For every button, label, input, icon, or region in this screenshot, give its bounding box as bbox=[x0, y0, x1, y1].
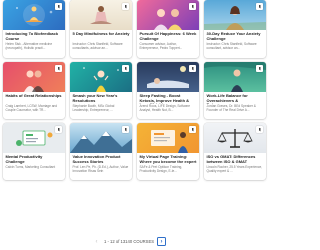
bookmark-icon[interactable] bbox=[55, 126, 62, 133]
course-card[interactable]: Smash your New Year's Resolutions Stepha… bbox=[70, 62, 132, 119]
course-instructor: SAFe & Pret Optikon Training, Productivi… bbox=[139, 165, 183, 173]
course-card[interactable]: Value Innovation Product Success Stories… bbox=[70, 123, 132, 180]
course-title[interactable]: Habits of Great Relationships bbox=[3, 92, 65, 104]
course-thumbnail bbox=[204, 62, 266, 92]
course-thumbnail bbox=[70, 0, 132, 30]
course-card[interactable]: Habits of Great Relationships Craig Lamb… bbox=[3, 62, 65, 119]
course-instructor: Instructor: Chris Stanfield, Software co… bbox=[72, 42, 123, 50]
course-thumbnail bbox=[3, 62, 65, 92]
course-instructor: Instructor: Chris Stanfield, Software co… bbox=[206, 42, 257, 50]
course-title[interactable]: Sleep Fasting - Boost Ketosis, Improve H… bbox=[137, 92, 199, 104]
course-instructor: Calvin Turns, Marketing Consultant bbox=[5, 165, 56, 169]
course-title[interactable]: My Virtual Page Training: Where you beco… bbox=[137, 153, 199, 165]
pagination: ‹ 1 - 12 of 13140 COURSES › bbox=[92, 237, 167, 246]
course-instructor: Craig Lambert, LCSW, Marriage and Couple… bbox=[5, 104, 58, 112]
course-card[interactable]: Sleep Fasting - Boost Ketosis, Improve H… bbox=[137, 62, 199, 119]
course-card[interactable]: My Virtual Page Training: Where you beco… bbox=[137, 123, 199, 180]
course-thumbnail bbox=[3, 0, 65, 30]
course-title[interactable]: Introducing To Biofeedback Course bbox=[3, 30, 65, 42]
course-thumbnail bbox=[137, 62, 199, 92]
course-card[interactable]: Pursuit Of Happiness: 6 Week Challenge C… bbox=[137, 0, 199, 58]
bookmark-icon[interactable] bbox=[189, 3, 196, 10]
course-thumbnail bbox=[137, 123, 199, 153]
course-instructor: Helen Sisk - Alternative medicine (neuro… bbox=[5, 42, 53, 50]
course-title[interactable]: 5 Day Mindfulness for Anxiety bbox=[70, 30, 132, 42]
course-title[interactable]: Pursuit Of Happiness: 6 Week Challenge bbox=[137, 30, 199, 42]
course-instructor: Consumer advisor, Author, Entrepreneur, … bbox=[139, 42, 183, 50]
course-thumbnail bbox=[204, 0, 266, 30]
previous-page-button[interactable]: ‹ bbox=[92, 237, 101, 246]
course-thumbnail bbox=[204, 123, 266, 153]
pagination-summary: 1 - 12 of 13140 COURSES bbox=[104, 239, 155, 244]
bookmark-icon[interactable] bbox=[256, 3, 263, 10]
bookmark-icon[interactable] bbox=[189, 126, 196, 133]
course-thumbnail bbox=[70, 62, 132, 92]
bookmark-icon[interactable] bbox=[122, 126, 129, 133]
course-title[interactable]: 30-Day Reduce Your Anxiety Challenge bbox=[204, 30, 266, 42]
bookmark-icon[interactable] bbox=[256, 65, 263, 72]
bookmark-icon[interactable] bbox=[189, 65, 196, 72]
course-instructor: Prof. Len Pe, Ph. (D.Ed.), Author, Value… bbox=[72, 165, 129, 173]
bookmark-icon[interactable] bbox=[256, 126, 263, 133]
course-title[interactable]: Work-Life Balance for Overachievers & En… bbox=[204, 92, 266, 104]
bookmark-icon[interactable] bbox=[122, 3, 129, 10]
course-instructor: Jordan Graves, Dr. BEd Speaker & Founder… bbox=[206, 104, 256, 112]
bookmark-icon[interactable] bbox=[55, 3, 62, 10]
course-instructor: Stephanie Booth, MSc Global Leadership, … bbox=[72, 104, 115, 112]
course-thumbnail bbox=[70, 123, 132, 153]
bookmark-icon[interactable] bbox=[55, 65, 62, 72]
course-thumbnail bbox=[137, 0, 199, 30]
course-card[interactable]: Introducing To Biofeedback Course Helen … bbox=[3, 0, 65, 58]
course-card[interactable]: Work-Life Balance for Overachievers & En… bbox=[204, 62, 266, 119]
course-thumbnail bbox=[3, 123, 65, 153]
course-instructor: Arend Roos, LIFE Design, Software Analys… bbox=[139, 104, 191, 112]
course-card[interactable]: 30-Day Reduce Your Anxiety Challenge Ins… bbox=[204, 0, 266, 58]
course-card[interactable]: 5 Day Mindfulness for Anxiety Instructor… bbox=[70, 0, 132, 58]
course-card[interactable]: ISO vs GMAT: Differences between ISO & G… bbox=[204, 123, 266, 180]
course-instructor: Lincoln Rocher, 25.5 Years Experience, Q… bbox=[206, 165, 263, 173]
course-title[interactable]: Value Innovation Product Success Stories bbox=[70, 153, 132, 165]
bookmark-icon[interactable] bbox=[122, 65, 129, 72]
course-title[interactable]: Mental Productivity Challenge bbox=[3, 153, 65, 165]
course-card[interactable]: Mental Productivity Challenge Calvin Tur… bbox=[3, 123, 65, 180]
next-page-button[interactable]: › bbox=[157, 237, 167, 246]
course-title[interactable]: ISO vs GMAT: Differences between ISO & G… bbox=[204, 153, 266, 165]
course-grid: Introducing To Biofeedback Course Helen … bbox=[3, 0, 267, 180]
course-title[interactable]: Smash your New Year's Resolutions bbox=[70, 92, 132, 104]
